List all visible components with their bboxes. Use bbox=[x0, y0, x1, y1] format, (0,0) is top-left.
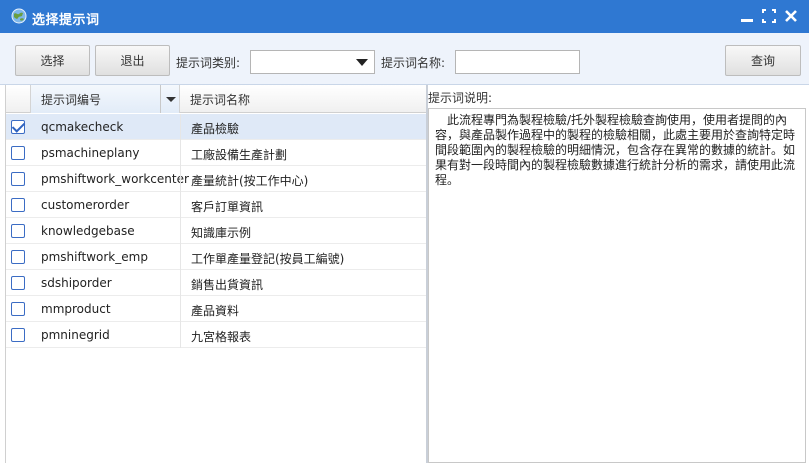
header-code[interactable]: 提示词编号 bbox=[31, 85, 180, 113]
table-row[interactable]: pmshiftwork_emp 工作單產量登記(按員工編號) bbox=[6, 244, 427, 270]
row-code: psmachineplany bbox=[41, 146, 140, 160]
row-name: 知識庫示例 bbox=[191, 226, 252, 240]
row-code: pmshiftwork_emp bbox=[41, 250, 148, 264]
column-divider bbox=[180, 192, 181, 218]
table-row[interactable]: pmninegrid 九宮格報表 bbox=[6, 322, 427, 348]
row-code: knowledgebase bbox=[41, 224, 135, 238]
row-name: 產品檢驗 bbox=[191, 122, 240, 136]
row-code: pmninegrid bbox=[41, 328, 110, 342]
window-title: 选择提示词 bbox=[32, 13, 100, 28]
close-icon[interactable] bbox=[784, 8, 798, 24]
prompt-grid: 提示词编号 提示词名称 qcmakecheck 產品檢驗 psmachinepla… bbox=[5, 85, 427, 463]
query-button[interactable]: 查询 bbox=[725, 45, 801, 76]
row-checkbox[interactable] bbox=[11, 172, 25, 186]
maximize-icon[interactable] bbox=[762, 8, 776, 24]
minimize-icon[interactable] bbox=[740, 8, 754, 24]
column-divider bbox=[180, 270, 181, 296]
column-divider bbox=[180, 114, 181, 140]
globe-icon bbox=[11, 8, 27, 24]
category-label: 提示词类别: bbox=[176, 56, 241, 70]
row-name: 銷售出貨資訊 bbox=[191, 278, 264, 292]
column-divider bbox=[180, 140, 181, 166]
window-titlebar: 选择提示词 bbox=[0, 0, 809, 33]
row-name: 九宮格報表 bbox=[191, 330, 252, 344]
dropdown-arrow-icon[interactable] bbox=[356, 59, 368, 66]
description-label: 提示词说明: bbox=[428, 91, 493, 105]
table-row[interactable]: mmproduct 產品資料 bbox=[6, 296, 427, 322]
column-divider bbox=[180, 296, 181, 322]
row-name: 工廠設備生產計劃 bbox=[191, 148, 288, 162]
row-checkbox[interactable] bbox=[11, 276, 25, 290]
name-input[interactable] bbox=[455, 50, 580, 74]
table-row[interactable]: knowledgebase 知識庫示例 bbox=[6, 218, 427, 244]
row-code: customerorder bbox=[41, 198, 130, 212]
name-label: 提示词名称: bbox=[381, 56, 446, 70]
table-row[interactable]: pmshiftwork_workcenter 產量統計(按工作中心) bbox=[6, 166, 427, 192]
header-check-column bbox=[6, 85, 31, 113]
description-text: 此流程專門為製程檢驗/托外製程檢驗查詢使用，使用者提問的內容，與產品製作過程中的… bbox=[428, 108, 806, 463]
row-name: 工作單產量登記(按員工編號) bbox=[191, 252, 345, 266]
column-divider bbox=[180, 322, 181, 348]
grid-rows: qcmakecheck 產品檢驗 psmachineplany 工廠設備生產計劃 p… bbox=[6, 114, 427, 348]
toolbar: 选择 退出 提示词类别: 提示词名称: 查询 bbox=[0, 33, 809, 85]
exit-button[interactable]: 退出 bbox=[95, 45, 170, 76]
category-select[interactable] bbox=[250, 50, 375, 74]
select-button[interactable]: 选择 bbox=[15, 45, 90, 76]
row-code: sdshiporder bbox=[41, 276, 112, 290]
row-checkbox[interactable] bbox=[11, 250, 25, 264]
column-divider bbox=[180, 166, 181, 192]
row-code: qcmakecheck bbox=[41, 120, 124, 134]
row-checkbox[interactable] bbox=[11, 224, 25, 238]
row-checkbox[interactable] bbox=[11, 120, 25, 134]
table-row[interactable]: psmachineplany 工廠設備生產計劃 bbox=[6, 140, 427, 166]
row-code: pmshiftwork_workcenter bbox=[41, 172, 189, 186]
row-checkbox[interactable] bbox=[11, 328, 25, 342]
chevron-down-icon[interactable] bbox=[166, 97, 176, 102]
row-checkbox[interactable] bbox=[11, 302, 25, 316]
column-menu-button[interactable] bbox=[160, 85, 180, 113]
table-row[interactable]: qcmakecheck 產品檢驗 bbox=[6, 114, 427, 140]
table-row[interactable]: sdshiporder 銷售出貨資訊 bbox=[6, 270, 427, 296]
grid-header: 提示词编号 提示词名称 bbox=[6, 85, 427, 113]
row-name: 客戶訂單資訊 bbox=[191, 200, 264, 214]
row-name: 產品資料 bbox=[191, 304, 240, 318]
row-checkbox[interactable] bbox=[11, 146, 25, 160]
column-divider bbox=[180, 244, 181, 270]
table-row[interactable]: customerorder 客戶訂單資訊 bbox=[6, 192, 427, 218]
row-checkbox[interactable] bbox=[11, 198, 25, 212]
column-divider bbox=[180, 218, 181, 244]
header-name[interactable]: 提示词名称 bbox=[180, 85, 427, 113]
row-code: mmproduct bbox=[41, 302, 111, 316]
row-name: 產量統計(按工作中心) bbox=[191, 174, 309, 188]
